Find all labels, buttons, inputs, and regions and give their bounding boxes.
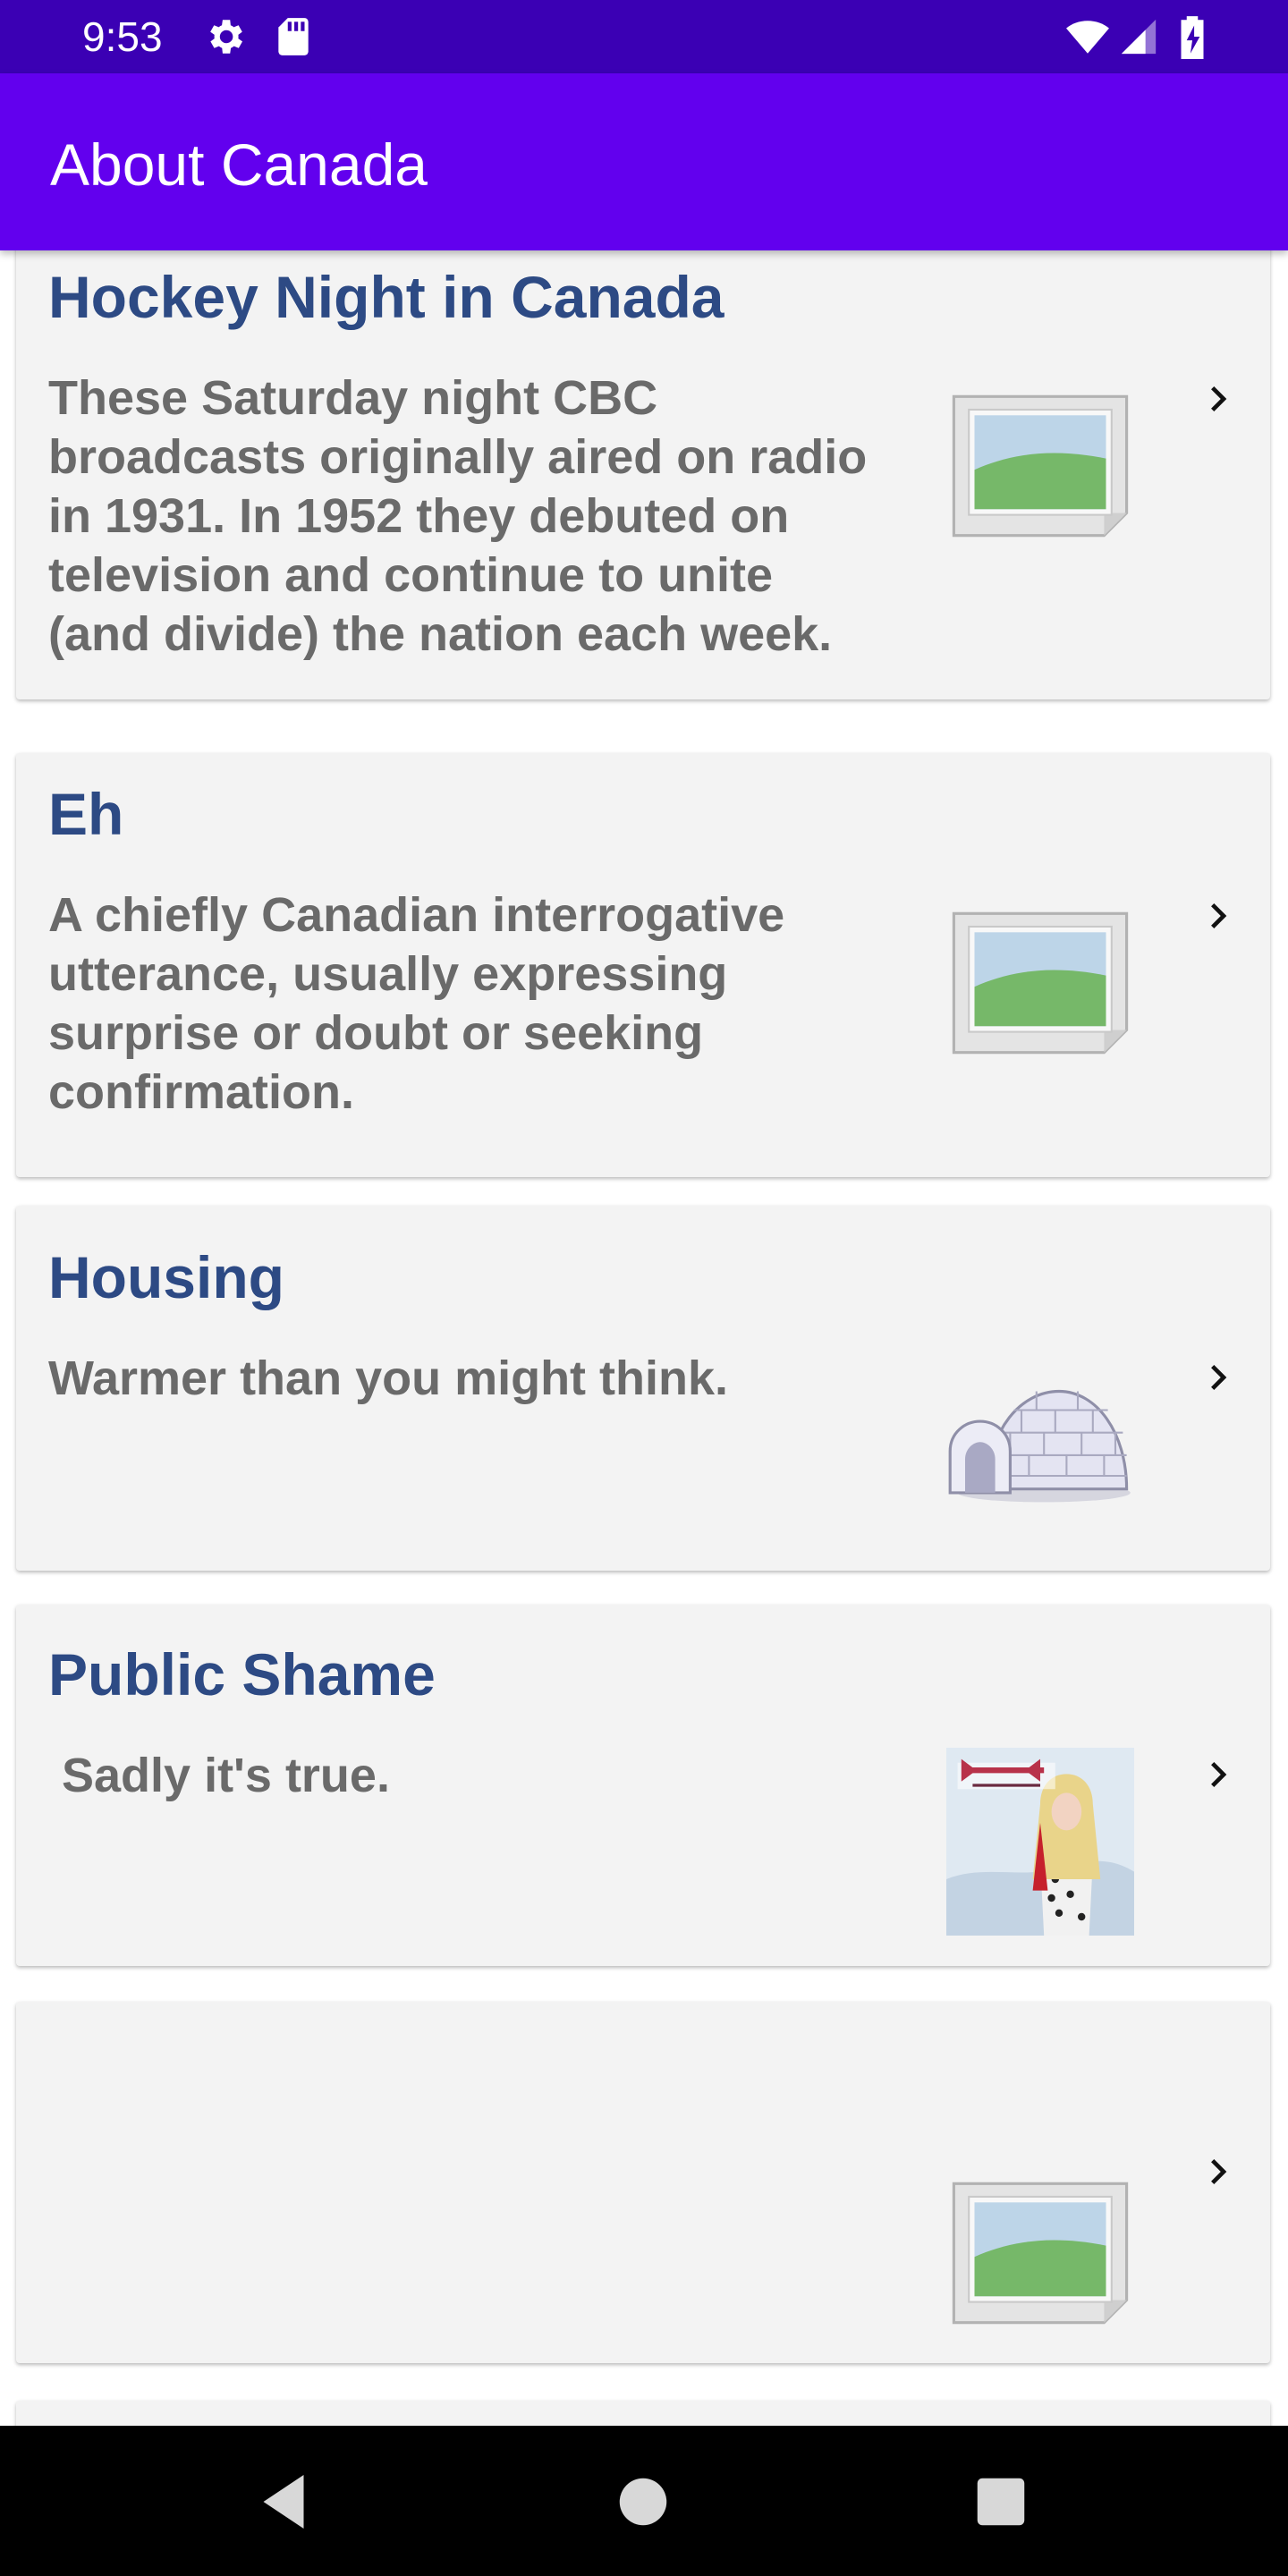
card-housing[interactable]: Housing Warmer than you might think. <box>16 1206 1270 1571</box>
card-title: Housing <box>48 1244 284 1310</box>
card-title: Hockey Night in Canada <box>48 264 724 330</box>
card-title: Eh <box>48 781 124 847</box>
card-list[interactable]: Hockey Night in Canada These Saturday ni… <box>0 250 1288 2426</box>
chevron-right-icon[interactable] <box>1193 891 1243 941</box>
gear-icon <box>210 20 242 54</box>
igloo-icon <box>948 1389 1131 1503</box>
status-time: 9:53 <box>82 13 163 60</box>
chevron-right-icon[interactable] <box>1193 1352 1243 1402</box>
card-title: Public Shame <box>48 1641 436 1707</box>
status-bar: 9:53 <box>0 0 1288 73</box>
card-untitled[interactable] <box>16 2002 1270 2363</box>
chevron-right-icon[interactable] <box>1193 374 1243 424</box>
card-description: Warmer than you might think. <box>48 1352 729 1405</box>
signal-icon <box>1121 19 1157 55</box>
card-hockey-night[interactable]: Hockey Night in Canada These Saturday ni… <box>16 250 1270 699</box>
card-eh[interactable]: Eh A chiefly Canadian interrogative utte… <box>16 753 1270 1177</box>
card-description: These Saturday night CBC broadcasts orig… <box>48 371 868 661</box>
chevron-right-icon[interactable] <box>1193 1750 1243 1800</box>
image-placeholder-icon <box>952 2182 1129 2325</box>
album-cover-image <box>946 1748 1134 1936</box>
home-icon[interactable] <box>603 2462 683 2542</box>
chevron-right-icon[interactable] <box>1193 2147 1243 2197</box>
app-title: About Canada <box>50 131 428 198</box>
back-icon[interactable] <box>243 2462 324 2542</box>
image-placeholder-icon <box>952 394 1129 538</box>
navigation-bar <box>0 2426 1288 2576</box>
image-placeholder-icon <box>952 911 1129 1055</box>
card-description: Sadly it's true. <box>48 1749 390 1802</box>
battery-charging-icon <box>1181 16 1204 59</box>
card-partial[interactable] <box>16 2401 1270 2426</box>
card-description: A chiefly Canadian interrogative utteran… <box>48 888 785 1119</box>
card-public-shame[interactable]: Public Shame Sadly it's true. <box>16 1605 1270 1966</box>
app-bar: About Canada <box>0 73 1288 250</box>
overview-icon[interactable] <box>961 2462 1041 2542</box>
sd-card-icon <box>278 18 309 55</box>
wifi-icon <box>1066 21 1109 54</box>
